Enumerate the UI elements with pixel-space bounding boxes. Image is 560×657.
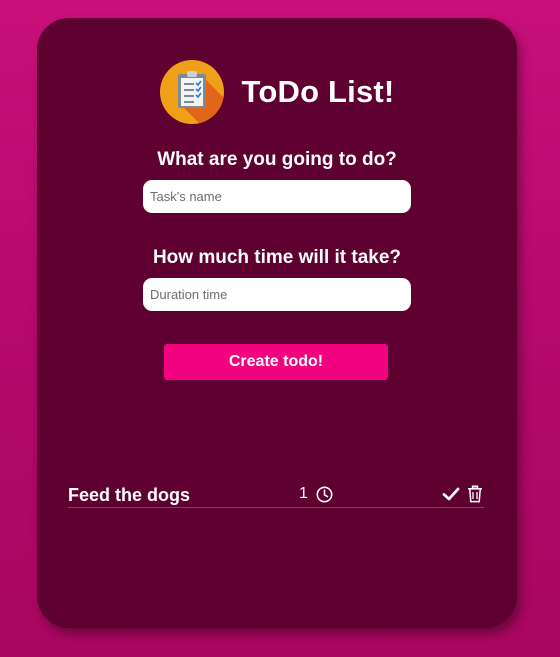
- clock-icon: [316, 486, 333, 502]
- check-icon[interactable]: [442, 485, 460, 503]
- duration-field-group: How much time will it take?: [37, 247, 517, 311]
- clipboard-logo-icon: [159, 60, 224, 124]
- todo-name: Feed the dogs: [68, 485, 191, 505]
- task-label: What are you going to do?: [157, 149, 397, 170]
- duration-label: How much time will it take?: [152, 247, 402, 268]
- app-header: ToDo List!: [37, 60, 517, 124]
- todo-list: Feed the dogs 1: [68, 484, 484, 508]
- trash-icon[interactable]: [466, 485, 484, 503]
- todo-actions: [442, 485, 484, 503]
- todo-item: Feed the dogs 1: [68, 484, 484, 508]
- create-todo-button[interactable]: Create todo!: [164, 344, 388, 380]
- todo-duration-value: 1: [299, 485, 308, 502]
- app-title: ToDo List!: [241, 74, 395, 109]
- duration-input[interactable]: [143, 278, 411, 311]
- todo-duration: 1: [299, 485, 333, 503]
- todo-card: ToDo List! What are you going to do? How…: [37, 18, 517, 628]
- task-name-input[interactable]: [143, 180, 411, 213]
- task-field-group: What are you going to do?: [37, 149, 517, 213]
